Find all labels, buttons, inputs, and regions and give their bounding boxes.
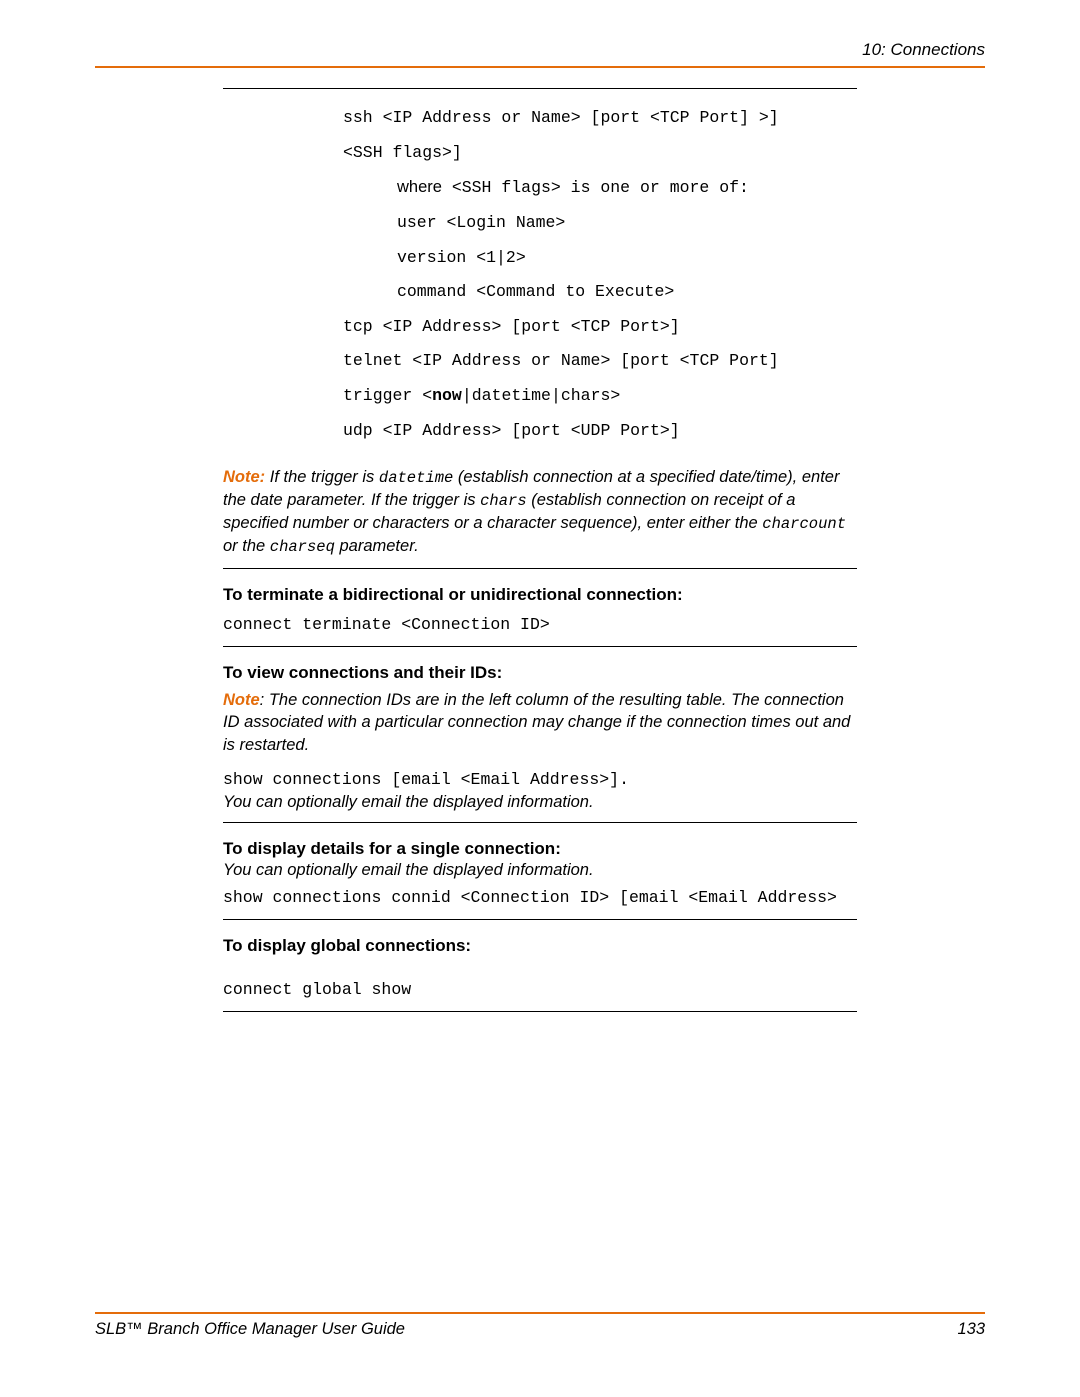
code-inline: charcount xyxy=(762,515,846,533)
code-line: trigger <now|datetime|chars> xyxy=(343,386,620,405)
code-line: ssh <IP Address or Name> [port <TCP Port… xyxy=(343,108,779,127)
tail-view: You can optionally email the displayed i… xyxy=(223,791,857,822)
chapter-heading: 10: Connections xyxy=(95,40,985,66)
section-view-head: To view connections and their IDs: xyxy=(223,647,857,689)
syntax-block: ssh <IP Address or Name> [port <TCP Port… xyxy=(223,89,857,460)
cmd-show-connid: show connections connid <Connection ID> … xyxy=(223,884,857,919)
code-inline: chars xyxy=(480,492,527,510)
note-text: If the trigger is xyxy=(265,468,379,486)
code-line: telnet <IP Address or Name> [port <TCP P… xyxy=(343,351,779,370)
code-line: where <SSH flags> is one or more of: xyxy=(343,170,857,206)
note-view: Note: The connection IDs are in the left… xyxy=(223,689,857,766)
where-label: where xyxy=(397,178,442,196)
footer-row: SLB™ Branch Office Manager User Guide 13… xyxy=(95,1314,985,1339)
note-text: parameter. xyxy=(335,537,419,555)
cmd-show-connections: show connections [email <Email Address>]… xyxy=(223,766,857,791)
cmd-global: connect global show xyxy=(223,962,857,1011)
code-text: <SSH flags> is one or more of: xyxy=(442,178,749,197)
code-line: tcp <IP Address> [port <TCP Port>] xyxy=(343,317,680,336)
note-trigger: Note: If the trigger is datetime (establ… xyxy=(223,460,857,568)
note-text: : The connection IDs are in the left col… xyxy=(223,691,850,754)
code-inline: charseq xyxy=(270,538,335,556)
code-line: user <Login Name> xyxy=(343,206,857,241)
page-number: 133 xyxy=(957,1320,985,1339)
cmd-terminate: connect terminate <Connection ID> xyxy=(223,611,857,646)
code-line: command <Command to Execute> xyxy=(343,275,857,310)
code-line: <SSH flags>] xyxy=(343,143,462,162)
note-text: or the xyxy=(223,537,270,555)
code-bold: now xyxy=(432,386,462,405)
rule xyxy=(223,1011,857,1012)
section-global-head: To display global connections: xyxy=(223,920,857,962)
page: 10: Connections ssh <IP Address or Name>… xyxy=(0,0,1080,1397)
code-inline: datetime xyxy=(379,469,453,487)
note-label: Note: xyxy=(223,468,265,486)
footer-title: SLB™ Branch Office Manager User Guide xyxy=(95,1320,405,1339)
code-line: version <1|2> xyxy=(343,241,857,276)
tail-single: You can optionally email the displayed i… xyxy=(223,859,857,884)
content-area: ssh <IP Address or Name> [port <TCP Port… xyxy=(95,68,857,1012)
code-text: trigger < xyxy=(343,386,432,405)
note-label: Note xyxy=(223,691,260,709)
code-line: udp <IP Address> [port <UDP Port>] xyxy=(343,421,680,440)
section-terminate-head: To terminate a bidirectional or unidirec… xyxy=(223,569,857,611)
code-text: |datetime|chars> xyxy=(462,386,620,405)
footer: SLB™ Branch Office Manager User Guide 13… xyxy=(95,1312,985,1339)
section-single-head: To display details for a single connecti… xyxy=(223,823,857,859)
